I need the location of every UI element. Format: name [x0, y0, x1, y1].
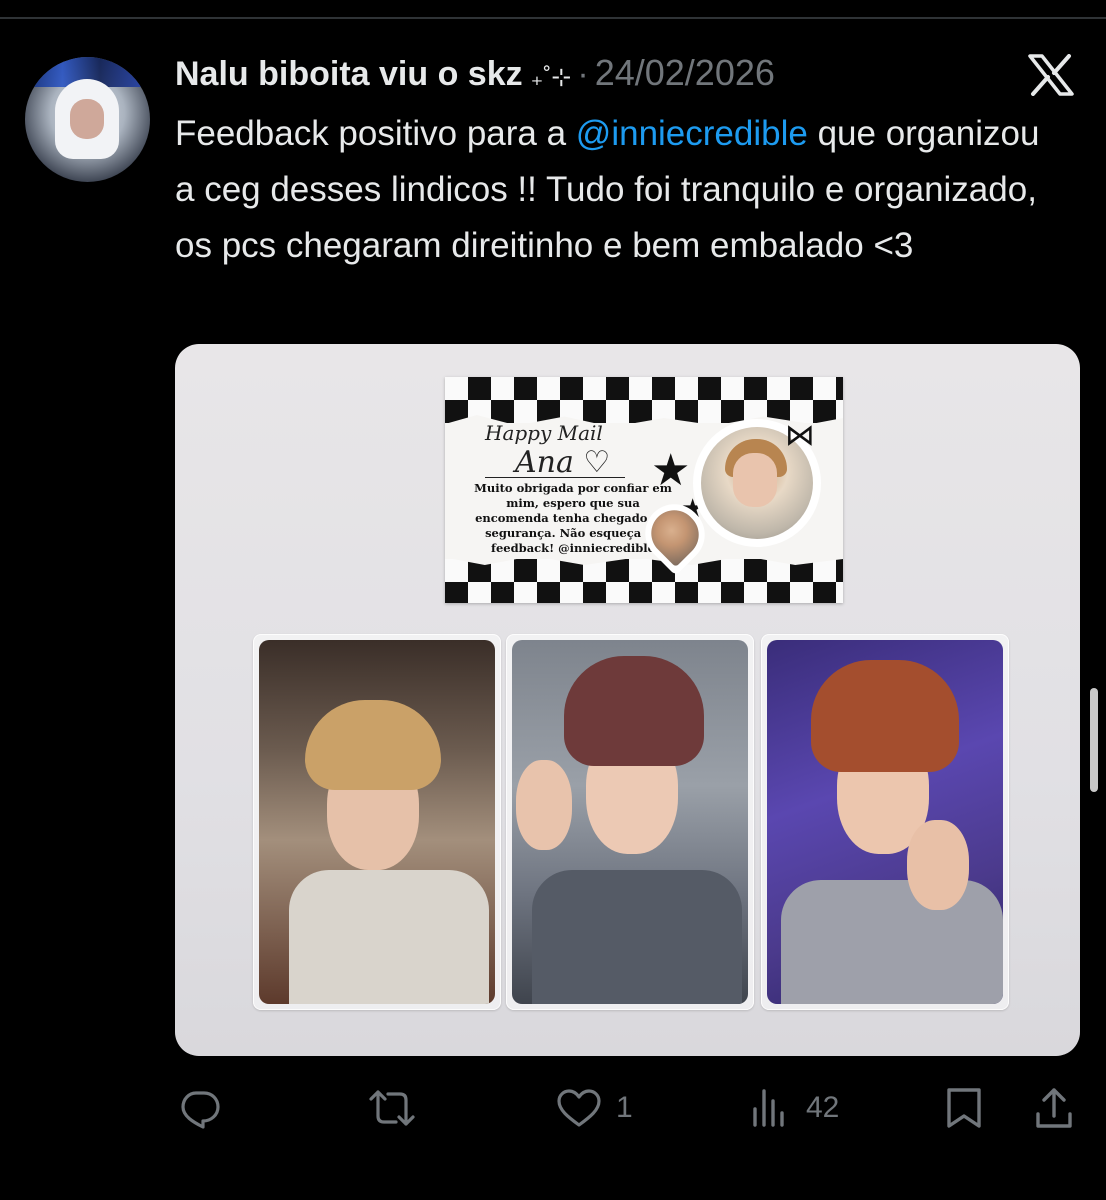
- card-underline: [485, 477, 625, 478]
- photocard-3-image: [767, 640, 1003, 1004]
- checker-border-bottom: [445, 559, 843, 603]
- author-name-decoration: ₊˚⊹: [530, 64, 572, 91]
- photocard-3-hand: [907, 820, 969, 910]
- photocard-1: [253, 634, 501, 1010]
- scrollbar[interactable]: [1090, 688, 1098, 792]
- like-count: 1: [616, 1091, 633, 1124]
- star-icon: ★: [651, 446, 691, 495]
- tweet-actions-bar: 1 42: [0, 1080, 1106, 1136]
- views-icon: [753, 1089, 784, 1127]
- tweet-text-start: Feedback positivo para a: [175, 114, 576, 153]
- share-button[interactable]: [1034, 1080, 1074, 1136]
- tweet-header: Nalu biboita viu o skz ₊˚⊹ · 24/02/2026: [175, 52, 775, 94]
- bookmark-icon: [947, 1088, 981, 1128]
- bookmark-button[interactable]: [944, 1080, 984, 1136]
- views-count: 42: [806, 1091, 840, 1124]
- author-name[interactable]: Nalu biboita viu o skz: [175, 55, 523, 94]
- photocard-2: [506, 634, 754, 1010]
- avatar-face: [70, 99, 104, 139]
- photocard-2-image: [512, 640, 748, 1004]
- card-message: Muito obrigada por confiar em mim, esper…: [474, 481, 672, 555]
- tweet-text: Feedback positivo para a @inniecredible …: [175, 106, 1055, 274]
- bow-icon: ⋈: [785, 419, 815, 452]
- photocard-2-body: [532, 870, 742, 1004]
- card-title: Happy Mail: [485, 421, 603, 445]
- share-icon: [1036, 1088, 1072, 1128]
- checker-border-top: [445, 377, 843, 423]
- reply-button[interactable]: [178, 1080, 222, 1136]
- photocard-1-hair: [305, 700, 441, 790]
- top-divider: [0, 17, 1106, 19]
- photocard-2-hair: [564, 656, 704, 766]
- mention-link[interactable]: @inniecredible: [576, 114, 808, 153]
- reply-icon: [181, 1091, 220, 1129]
- avatar[interactable]: [25, 57, 150, 182]
- heart-icon: [557, 1089, 601, 1127]
- header-separator: ·: [577, 55, 589, 93]
- photocard-3: [761, 634, 1009, 1010]
- photocard-1-image: [259, 640, 495, 1004]
- retweet-icon: [369, 1090, 415, 1126]
- photocard-3-body: [781, 880, 1003, 1004]
- photocard-1-body: [289, 870, 489, 1004]
- retweet-button[interactable]: [368, 1080, 416, 1136]
- tweet-date[interactable]: 24/02/2026: [595, 52, 775, 94]
- photocard-3-hair: [811, 660, 959, 772]
- like-button[interactable]: 1: [556, 1080, 633, 1136]
- x-logo-icon: [1028, 54, 1074, 96]
- photocard-2-hand: [516, 760, 572, 850]
- tweet-media-image[interactable]: Happy Mail Ana ♡ Muito obrigada por conf…: [175, 344, 1080, 1056]
- card-recipient: Ana ♡: [515, 445, 611, 480]
- happy-mail-card: Happy Mail Ana ♡ Muito obrigada por conf…: [445, 377, 843, 603]
- views-button[interactable]: 42: [750, 1080, 839, 1136]
- card-portrait-face: [733, 453, 777, 507]
